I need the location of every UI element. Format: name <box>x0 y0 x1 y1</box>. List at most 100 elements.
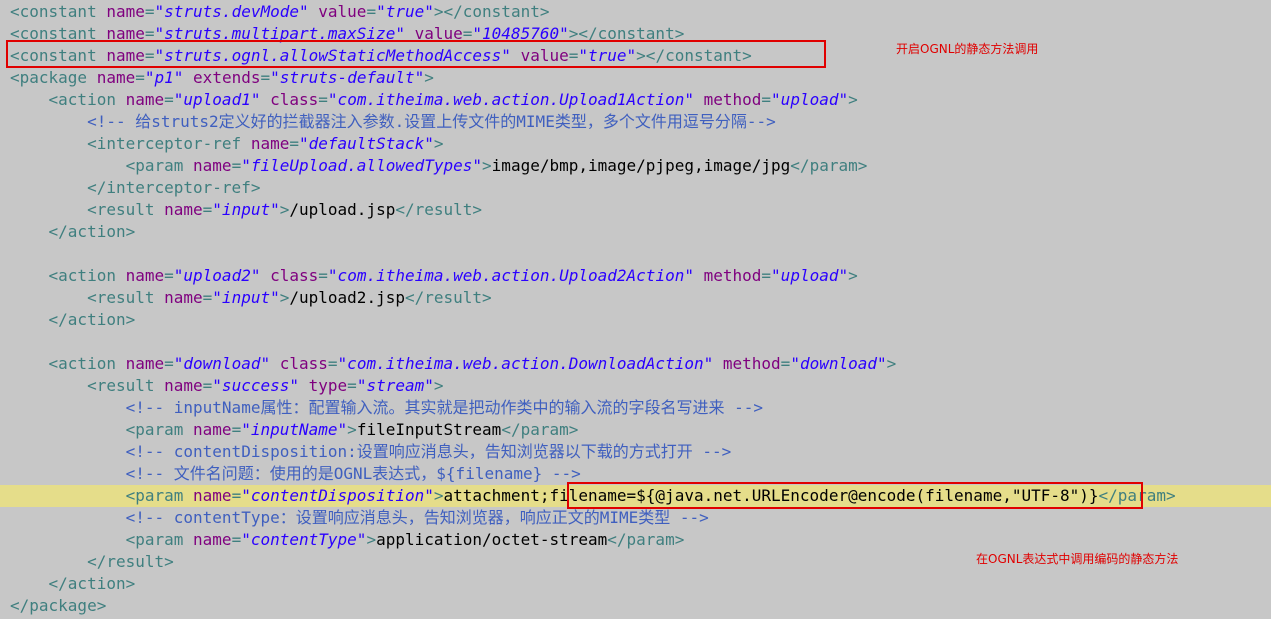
code-line[interactable]: <result name="success" type="stream"> <box>0 375 1271 397</box>
code-token: > <box>424 68 434 87</box>
code-line[interactable]: <!-- 文件名问题：使用的是OGNL表达式，${filename} --> <box>0 463 1271 485</box>
code-line[interactable]: </action> <box>0 573 1271 595</box>
code-token: <!-- 文件名问题：使用的是OGNL表达式，${filename} --> <box>125 464 581 483</box>
code-line[interactable]: <constant name="struts.multipart.maxSize… <box>0 23 1271 45</box>
code-token: <result <box>87 200 165 219</box>
code-line[interactable]: <constant name="struts.devMode" value="t… <box>0 1 1271 23</box>
code-token: name <box>106 2 145 21</box>
code-token: = <box>202 288 213 307</box>
code-line[interactable]: <action name="upload1" class="com.itheim… <box>0 89 1271 111</box>
code-line[interactable]: <result name="input">/upload.jsp</result… <box>0 199 1271 221</box>
code-token: "upload" <box>771 266 849 285</box>
code-token: extends <box>193 68 261 87</box>
code-token: name <box>106 24 145 43</box>
code-token: > <box>848 90 858 109</box>
code-token: = <box>164 266 174 285</box>
code-line[interactable]: <action name="upload2" class="com.itheim… <box>0 265 1271 287</box>
code-token: <constant <box>10 2 107 21</box>
code-token: = <box>289 134 299 153</box>
code-line[interactable]: <param name="contentType">application/oc… <box>0 529 1271 551</box>
code-token: > <box>433 134 444 153</box>
code-token: "upload1" <box>173 90 261 109</box>
code-line[interactable]: <param name="contentDisposition">attachm… <box>0 485 1271 507</box>
code-token: > <box>279 288 290 307</box>
code-token: name <box>125 90 165 109</box>
code-token: "true" <box>578 46 637 65</box>
code-token: "p1" <box>144 68 184 87</box>
code-token: = <box>202 376 213 395</box>
code-token: <action <box>48 266 126 285</box>
code-token: <param <box>125 486 194 505</box>
code-line[interactable]: </action> <box>0 221 1271 243</box>
code-line[interactable]: </interceptor-ref> <box>0 177 1271 199</box>
code-token: <constant <box>10 46 107 65</box>
code-line[interactable]: <result name="input">/upload2.jsp</resul… <box>0 287 1271 309</box>
code-line[interactable] <box>0 243 1271 265</box>
code-line[interactable]: <param name="fileUpload.allowedTypes">im… <box>0 155 1271 177</box>
code-line[interactable]: <package name="p1" extends="struts-defau… <box>0 67 1271 89</box>
code-line[interactable]: <!-- inputName属性：配置输入流。其实就是把动作类中的输入流的字段名… <box>0 397 1271 419</box>
code-editor[interactable]: <constant name="struts.devMode" value="t… <box>0 0 1271 619</box>
code-token: <!-- contentDisposition:设置响应消息头，告知浏览器以下载… <box>125 442 732 461</box>
code-line[interactable]: <param name="inputName">fileInputStream<… <box>0 419 1271 441</box>
code-token: <param <box>125 156 194 175</box>
code-token: application/octet-stream <box>376 530 608 549</box>
code-token: "input" <box>212 288 280 307</box>
code-line[interactable]: <interceptor-ref name="defaultStack"> <box>0 133 1271 155</box>
code-token: = <box>318 266 328 285</box>
code-token: type <box>308 376 348 395</box>
code-token: "upload" <box>771 90 849 109</box>
code-line[interactable] <box>0 331 1271 353</box>
code-token: = <box>164 354 174 373</box>
code-token: = <box>462 24 473 43</box>
code-line[interactable]: <constant name="struts.ognl.allowStaticM… <box>0 45 1271 67</box>
code-line[interactable]: </package> <box>0 595 1271 617</box>
code-line[interactable]: <!-- contentType：设置响应消息头，告知浏览器，响应正文的MIME… <box>0 507 1271 529</box>
code-token: /upload2.jsp <box>289 288 405 307</box>
code-token: fileInputStream <box>356 420 502 439</box>
code-token: > <box>366 530 377 549</box>
code-token: = <box>366 2 377 21</box>
code-token: name <box>96 68 136 87</box>
code-token: value <box>414 24 463 43</box>
code-line[interactable]: <!-- contentDisposition:设置响应消息头，告知浏览器以下载… <box>0 441 1271 463</box>
static-access-annotation: 开启OGNL的静态方法调用 <box>896 42 1039 56</box>
code-line[interactable]: <!-- 给struts2定义好的拦截器注入参数.设置上传文件的MIME类型，多… <box>0 111 1271 133</box>
code-token: name <box>193 420 232 439</box>
code-token: </param> <box>607 530 685 549</box>
code-token: = <box>231 486 242 505</box>
code-token: "com.itheima.web.action.Upload2Action" <box>327 266 694 285</box>
code-token: = <box>164 90 174 109</box>
code-token: "struts.devMode" <box>154 2 309 21</box>
code-token: ></constant> <box>433 2 550 21</box>
code-token: </result> <box>395 200 483 219</box>
code-token: <!-- 给struts2定义好的拦截器注入参数.设置上传文件的MIME类型，多… <box>87 112 776 131</box>
code-token: "struts-default" <box>270 68 425 87</box>
code-token: <param <box>125 420 194 439</box>
code-token: value <box>318 2 367 21</box>
code-line[interactable]: </action> <box>0 309 1271 331</box>
code-token: <action <box>48 90 126 109</box>
code-token: </action> <box>48 310 136 329</box>
code-token: > <box>279 200 290 219</box>
code-token: "com.itheima.web.action.Upload1Action" <box>327 90 694 109</box>
code-token: = <box>347 376 357 395</box>
code-line[interactable]: <action name="download" class="com.ithei… <box>0 353 1271 375</box>
